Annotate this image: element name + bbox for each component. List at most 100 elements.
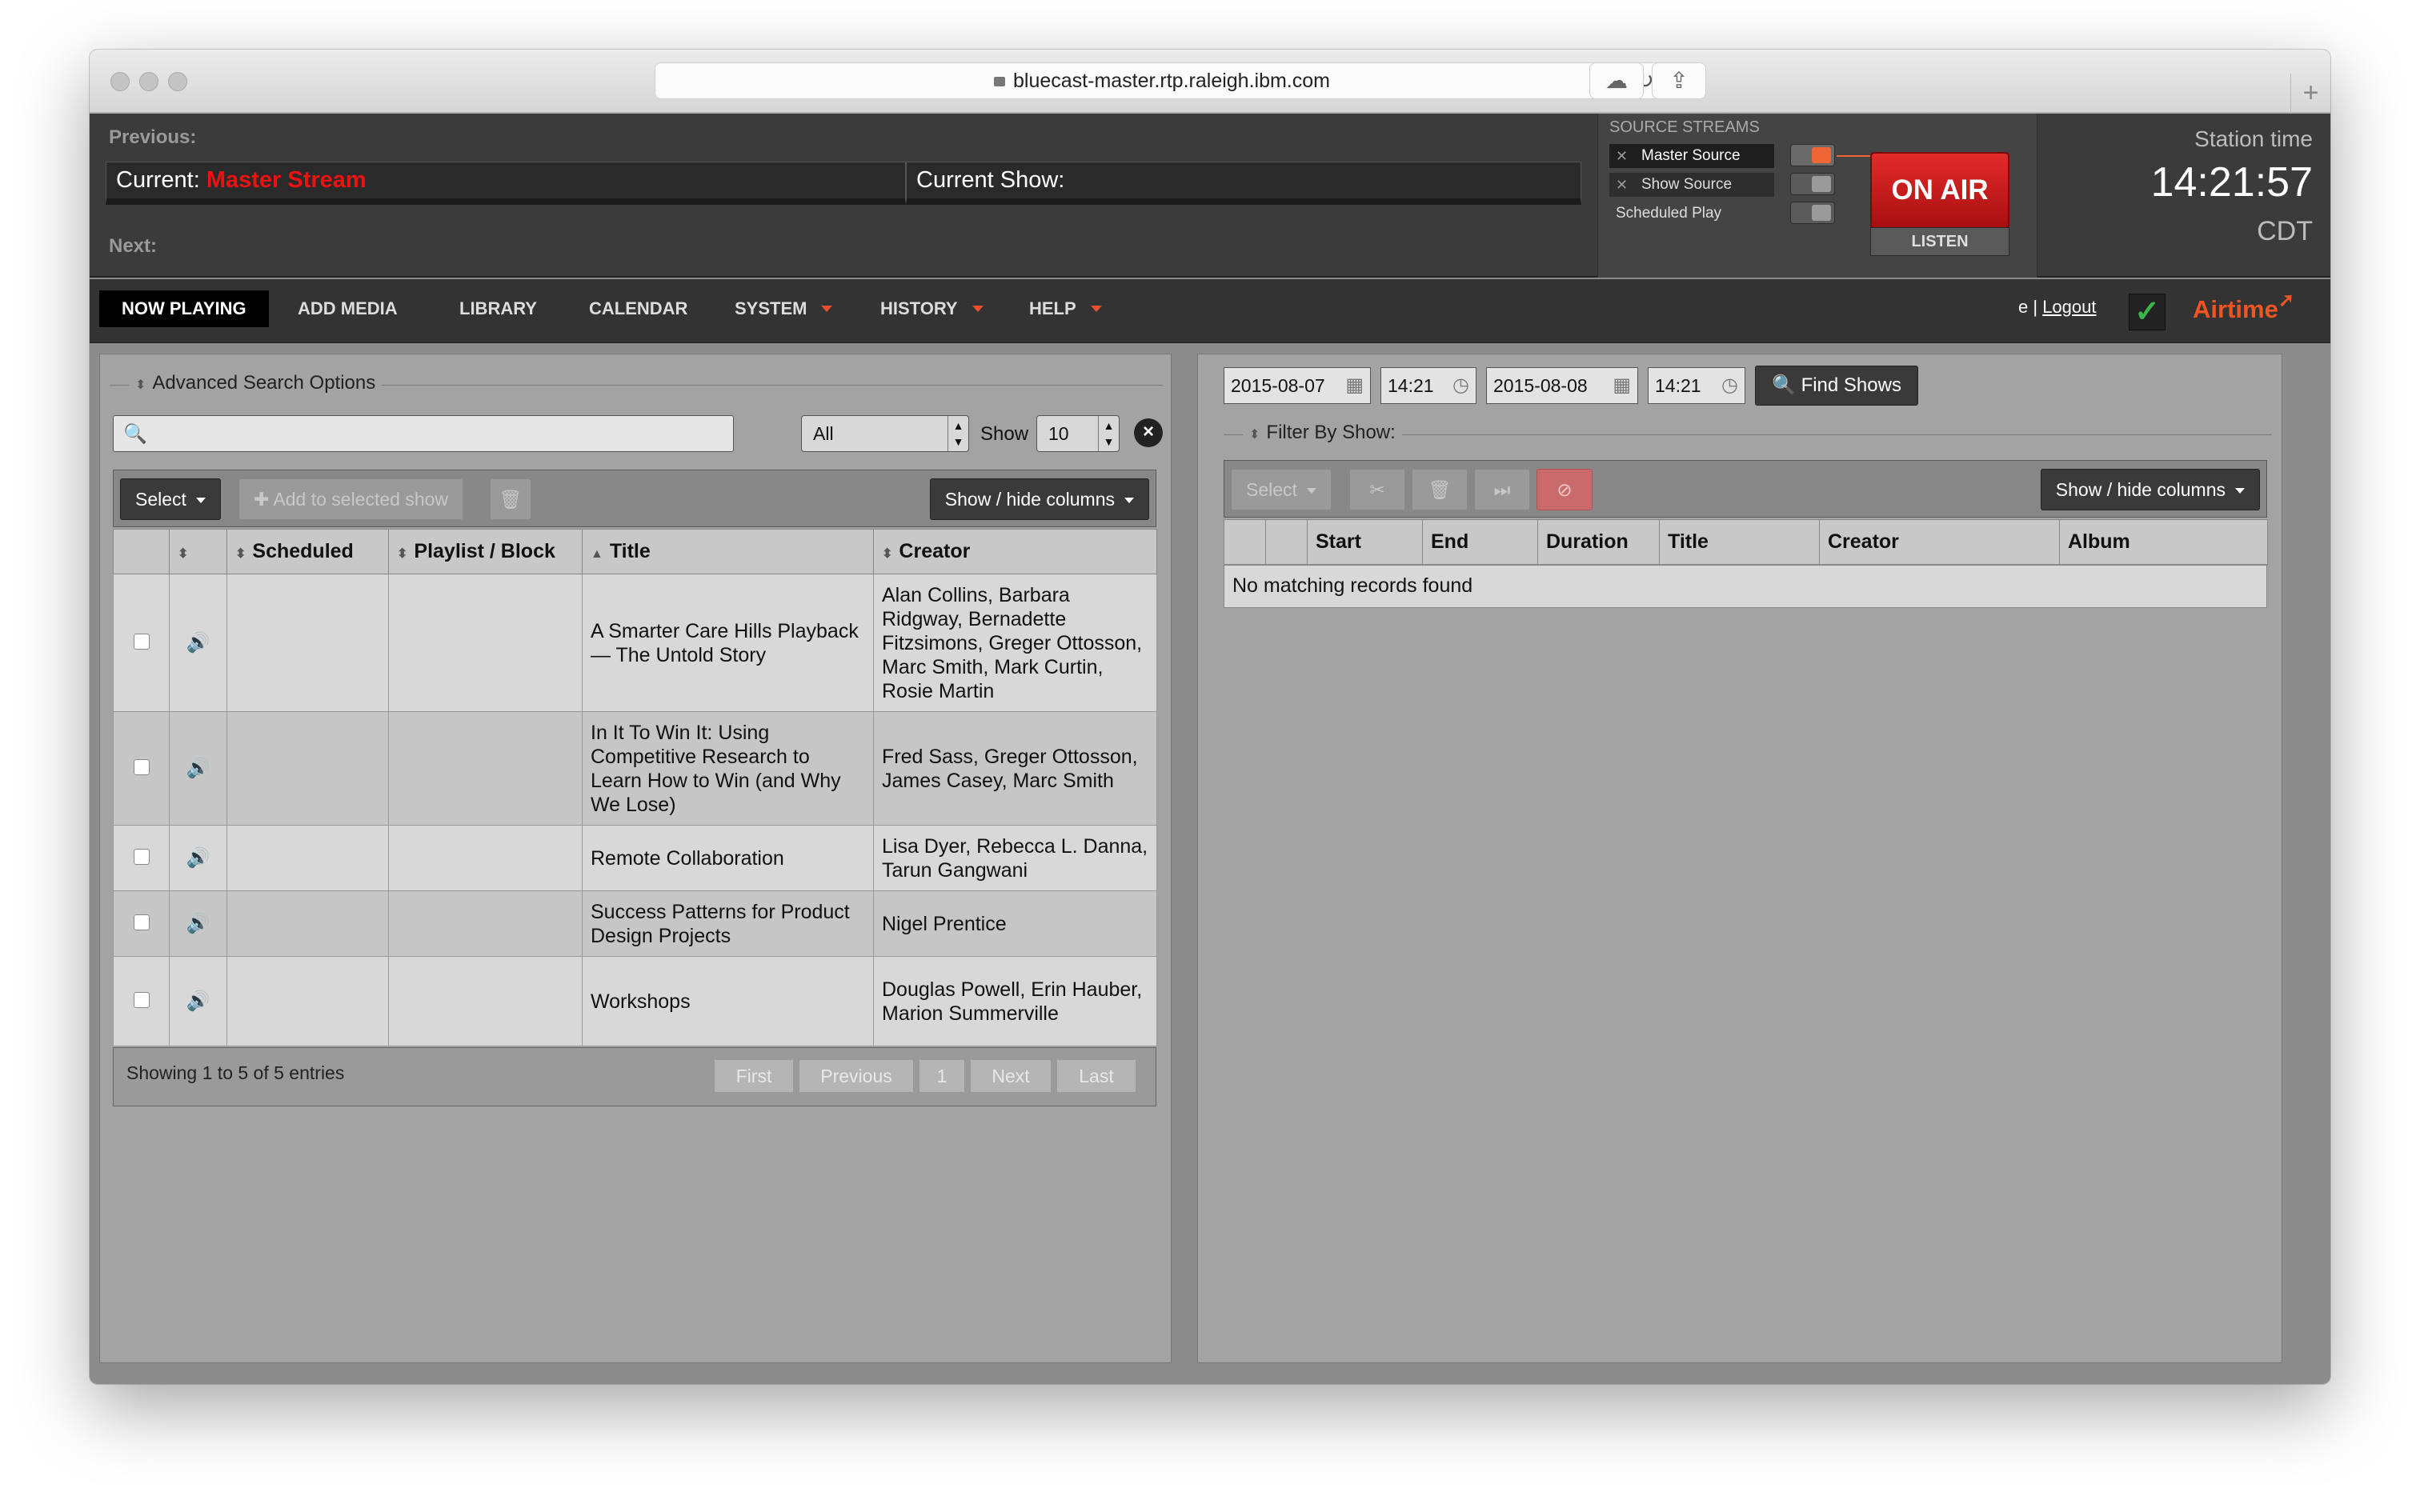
- audio-icon[interactable]: 🔊: [186, 847, 210, 869]
- creator-cell: Douglas Powell, Erin Hauber, Marion Summ…: [873, 956, 1157, 1046]
- nav-library[interactable]: LIBRARY: [451, 290, 545, 327]
- source-master[interactable]: ✕ Master Source: [1609, 144, 1774, 168]
- select-dropdown-button[interactable]: Select: [120, 478, 221, 520]
- scissors-icon[interactable]: ✂: [1349, 469, 1405, 510]
- audio-icon[interactable]: 🔊: [186, 913, 210, 934]
- column-header-scheduled[interactable]: ⬍ Scheduled: [226, 529, 389, 574]
- schedule-table: Start End Duration Title Creator Album: [1224, 519, 2268, 565]
- calendar-icon[interactable]: ▦: [1345, 368, 1364, 403]
- table-row[interactable]: 🔊 Remote Collaboration Lisa Dyer, Rebecc…: [113, 825, 1157, 891]
- column-header-playlist[interactable]: ⬍ Playlist / Block: [388, 529, 583, 574]
- source-scheduled[interactable]: Scheduled Play: [1609, 202, 1774, 226]
- column-header-creator[interactable]: ⬍ Creator: [873, 529, 1157, 574]
- chevron-down-icon: [1090, 306, 1102, 312]
- checkbox-header: [1224, 519, 1266, 565]
- no-records-message: No matching records found: [1224, 565, 2267, 608]
- minimize-window-button[interactable]: [139, 72, 158, 91]
- pager-previous[interactable]: Previous: [799, 1059, 914, 1093]
- now-playing-header: Previous: Current: Master Stream Current…: [90, 114, 2330, 278]
- page-length-select[interactable]: 10 ▲ ▼: [1036, 415, 1120, 452]
- pager-next[interactable]: Next: [970, 1059, 1052, 1093]
- end-time-input[interactable]: 14:21 ◷: [1648, 367, 1745, 404]
- show-source-switch[interactable]: [1790, 173, 1835, 195]
- add-to-show-button[interactable]: ✚ Add to selected show: [238, 478, 464, 520]
- nav-history[interactable]: HISTORY: [872, 290, 992, 327]
- logout-link[interactable]: Logout: [2042, 297, 2096, 317]
- playlist-cell: [388, 956, 583, 1046]
- advanced-search-toggle[interactable]: ⬍ Advanced Search Options: [129, 372, 383, 394]
- find-shows-button[interactable]: 🔍 Find Shows: [1755, 366, 1918, 406]
- skip-icon[interactable]: ⏭: [1474, 469, 1530, 510]
- cloud-icon[interactable]: ☁: [1589, 62, 1644, 99]
- chevron-down-icon: [972, 306, 984, 312]
- trash-icon[interactable]: 🗑: [490, 478, 531, 520]
- scheduled-cell: [226, 574, 389, 712]
- scheduled-cell: [226, 825, 389, 891]
- zoom-window-button[interactable]: [168, 72, 187, 91]
- station-time-label: Station time: [2194, 126, 2313, 151]
- audio-icon[interactable]: 🔊: [186, 758, 210, 779]
- audio-icon[interactable]: 🔊: [186, 632, 210, 654]
- close-window-button[interactable]: [110, 72, 130, 91]
- clock-icon[interactable]: ◷: [1721, 368, 1738, 403]
- cancel-icon[interactable]: ⊘: [1537, 469, 1593, 510]
- pager-page-1[interactable]: 1: [919, 1059, 965, 1093]
- nav-add-media[interactable]: ADD MEDIA: [290, 290, 406, 327]
- disconnect-icon[interactable]: ✕: [1616, 173, 1628, 197]
- show-hide-columns-button[interactable]: Show / hide columns: [929, 478, 1149, 520]
- row-checkbox[interactable]: [133, 991, 150, 1008]
- clock-icon[interactable]: ◷: [1452, 368, 1469, 403]
- column-header-title[interactable]: Title: [1659, 519, 1820, 565]
- signal-line: [1837, 155, 1870, 157]
- audio-icon[interactable]: 🔊: [186, 990, 210, 1012]
- filter-by-show-toggle[interactable]: ⬍ Filter By Show:: [1243, 422, 1402, 444]
- column-header-title[interactable]: ▲ Title: [582, 529, 874, 574]
- column-header-album[interactable]: Album: [2059, 519, 2268, 565]
- share-icon[interactable]: ⇪: [1652, 62, 1706, 99]
- table-row[interactable]: 🔊 Success Patterns for Product Design Pr…: [113, 890, 1157, 957]
- pager-first[interactable]: First: [714, 1059, 794, 1093]
- listen-button[interactable]: LISTEN: [1870, 227, 2009, 256]
- nav-now-playing[interactable]: NOW PLAYING: [99, 290, 269, 327]
- creator-cell: Nigel Prentice: [873, 890, 1157, 957]
- library-search-input[interactable]: 🔍: [113, 415, 734, 452]
- show-hide-columns-button[interactable]: Show / hide columns: [2040, 469, 2260, 510]
- scheduled-cell: [226, 956, 389, 1046]
- table-row[interactable]: 🔊 A Smarter Care Hills Playback — The Un…: [113, 574, 1157, 712]
- clear-search-icon[interactable]: ×: [1134, 418, 1163, 447]
- nav-calendar[interactable]: CALENDAR: [581, 290, 695, 327]
- new-tab-button[interactable]: +: [2290, 74, 2330, 114]
- column-header-start[interactable]: Start: [1307, 519, 1423, 565]
- source-show[interactable]: ✕ Show Source: [1609, 173, 1774, 197]
- scheduled-play-switch[interactable]: [1790, 202, 1835, 224]
- disconnect-icon[interactable]: ✕: [1616, 144, 1628, 168]
- entries-info: Showing 1 to 5 of 5 entries: [126, 1062, 345, 1083]
- column-header-end[interactable]: End: [1422, 519, 1538, 565]
- title-cell: Workshops: [582, 956, 874, 1046]
- address-bar[interactable]: bluecast-master.rtp.raleigh.ibm.com ↻: [655, 62, 1669, 99]
- row-checkbox[interactable]: [133, 633, 150, 650]
- checkbox-header: [113, 529, 170, 574]
- media-type-select[interactable]: All ▲ ▼: [801, 415, 969, 452]
- table-row[interactable]: 🔊 In It To Win It: Using Competitive Res…: [113, 711, 1157, 826]
- end-date-input[interactable]: 2015-08-08 ▦: [1486, 367, 1638, 404]
- master-source-switch[interactable]: [1790, 144, 1835, 166]
- sort-asc-icon: ▲: [591, 547, 603, 561]
- row-checkbox[interactable]: [133, 758, 150, 775]
- column-header-creator[interactable]: Creator: [1819, 519, 2060, 565]
- pager-last[interactable]: Last: [1056, 1059, 1136, 1093]
- trash-icon[interactable]: 🗑: [1412, 469, 1468, 510]
- scheduled-cell: [226, 711, 389, 826]
- nav-system[interactable]: SYSTEM: [727, 290, 840, 327]
- calendar-icon[interactable]: ▦: [1613, 368, 1631, 403]
- select-dropdown-button[interactable]: Select: [1231, 469, 1332, 510]
- row-checkbox[interactable]: [133, 848, 150, 865]
- table-row[interactable]: 🔊 Workshops Douglas Powell, Erin Hauber,…: [113, 956, 1157, 1046]
- nav-help[interactable]: HELP: [1021, 290, 1110, 327]
- column-header-type[interactable]: ⬍: [169, 529, 227, 574]
- column-header-duration[interactable]: Duration: [1537, 519, 1660, 565]
- start-date-input[interactable]: 2015-08-07 ▦: [1224, 367, 1371, 404]
- start-time-input[interactable]: 14:21 ◷: [1380, 367, 1476, 404]
- library-table: ⬍ ⬍ Scheduled ⬍ Playlist / Block ▲ Title ⬍ C…: [113, 529, 1157, 1046]
- row-checkbox[interactable]: [133, 914, 150, 930]
